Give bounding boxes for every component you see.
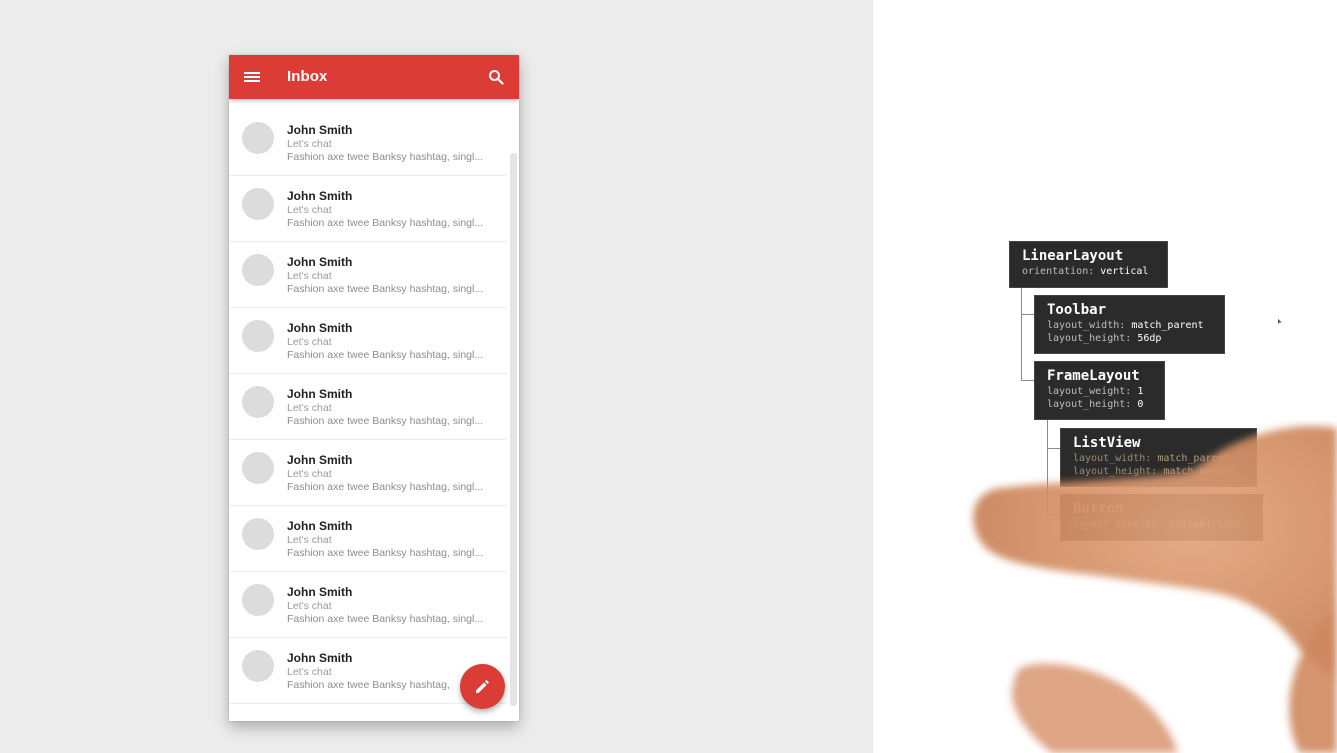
toolbar-title: Inbox xyxy=(287,68,328,85)
mouse-cursor-icon xyxy=(1278,319,1282,324)
sender-name: John Smith xyxy=(287,321,353,335)
message-row[interactable]: John Smith Let's chat Fashion axe twee Ban… xyxy=(229,440,507,506)
node-property: layout_height: match_parent xyxy=(1073,466,1236,477)
message-row[interactable]: John Smith Let's chat Fashion axe twee Ban… xyxy=(229,99,507,176)
message-subject: Let's chat xyxy=(287,666,332,678)
sender-name: John Smith xyxy=(287,189,353,203)
avatar xyxy=(242,584,274,616)
node-title: LinearLayout xyxy=(1022,248,1124,264)
message-row[interactable]: John Smith Let's chat Fashion axe twee Ban… xyxy=(229,506,507,572)
avatar xyxy=(242,518,274,550)
sender-name: John Smith xyxy=(287,123,353,137)
avatar xyxy=(242,188,274,220)
search-icon[interactable] xyxy=(488,69,504,85)
pencil-icon xyxy=(476,680,489,693)
message-preview: Fashion axe twee Banksy hashtag, singl..… xyxy=(287,349,484,361)
tree-line xyxy=(1021,380,1035,381)
message-subject: Let's chat xyxy=(287,534,332,546)
avatar xyxy=(242,254,274,286)
message-preview: Fashion axe twee Banksy hashtag, singl..… xyxy=(287,547,484,559)
node-toolbar: Toolbar layout_width: match_parent layou… xyxy=(1034,295,1225,354)
message-subject: Let's chat xyxy=(287,204,332,216)
tree-line xyxy=(1047,420,1048,515)
node-property: layout_height: 0 xyxy=(1047,399,1144,410)
message-subject: Let's chat xyxy=(287,600,332,612)
node-frame-layout: FrameLayout layout_weight: 1 layout_heig… xyxy=(1034,361,1165,420)
menu-icon[interactable] xyxy=(244,70,260,84)
sender-name: John Smith xyxy=(287,453,353,467)
tree-line xyxy=(1047,514,1061,515)
message-subject: Let's chat xyxy=(287,336,332,348)
node-linear-layout: LinearLayout orientation: vertical xyxy=(1009,241,1168,288)
message-row[interactable]: John Smith Let's chat Fashion axe twee Ban… xyxy=(229,242,507,308)
message-row[interactable]: John Smith Let's chat Fashion axe twee Ban… xyxy=(229,572,507,638)
tree-line xyxy=(1021,314,1035,315)
node-title: ListView xyxy=(1073,435,1141,451)
message-row[interactable]: John Smith Let's chat Fashion axe twee Ban… xyxy=(229,374,507,440)
message-preview: Fashion axe twee Banksy hashtag, singl..… xyxy=(287,415,484,427)
node-list-view: ListView layout_width: match_parent layo… xyxy=(1060,428,1257,487)
tree-line xyxy=(1021,288,1022,381)
avatar xyxy=(242,386,274,418)
message-list: John Smith Let's chat Fashion axe twee Ban… xyxy=(229,99,507,704)
message-subject: Let's chat xyxy=(287,402,332,414)
message-row[interactable]: John Smith Let's chat Fashion axe twee Ban… xyxy=(229,176,507,242)
avatar xyxy=(242,122,274,154)
node-title: Button xyxy=(1073,501,1124,517)
node-title: FrameLayout xyxy=(1047,368,1140,384)
sender-name: John Smith xyxy=(287,387,353,401)
node-button: Button layout_gravity: bottom|right xyxy=(1060,494,1263,541)
node-property: layout_height: 56dp xyxy=(1047,333,1162,344)
tree-line xyxy=(1047,448,1061,449)
message-preview: Fashion axe twee Banksy hashtag, singl..… xyxy=(287,481,484,493)
message-row[interactable]: John Smith Let's chat Fashion axe twee Ban… xyxy=(229,308,507,374)
avatar xyxy=(242,452,274,484)
node-property: layout_width: match_parent xyxy=(1047,320,1204,331)
compose-button[interactable] xyxy=(460,664,505,709)
sender-name: John Smith xyxy=(287,255,353,269)
message-preview: Fashion axe twee Banksy hashtag, singl..… xyxy=(287,613,484,625)
scrollbar-thumb[interactable] xyxy=(510,153,517,706)
message-subject: Let's chat xyxy=(287,138,332,150)
sender-name: John Smith xyxy=(287,651,353,665)
avatar xyxy=(242,650,274,682)
message-subject: Let's chat xyxy=(287,468,332,480)
node-property: layout_gravity: bottom|right xyxy=(1073,519,1242,530)
avatar xyxy=(242,320,274,352)
message-subject: Let's chat xyxy=(287,270,332,282)
message-preview: Fashion axe twee Banksy hashtag, singl..… xyxy=(287,151,484,163)
node-title: Toolbar xyxy=(1047,302,1107,318)
message-preview: Fashion axe twee Banksy hashtag, singl..… xyxy=(287,283,484,295)
app-toolbar: Inbox xyxy=(229,55,519,99)
sender-name: John Smith xyxy=(287,585,353,599)
sender-name: John Smith xyxy=(287,519,353,533)
node-property: layout_width: match_parent xyxy=(1073,453,1230,464)
node-property: layout_weight: 1 xyxy=(1047,386,1144,397)
node-property: orientation: vertical xyxy=(1022,266,1149,277)
message-preview: Fashion axe twee Banksy hashtag, singl..… xyxy=(287,217,484,229)
phone-screen: Inbox John Smith Let's chat Fashion axe tw… xyxy=(229,55,519,721)
